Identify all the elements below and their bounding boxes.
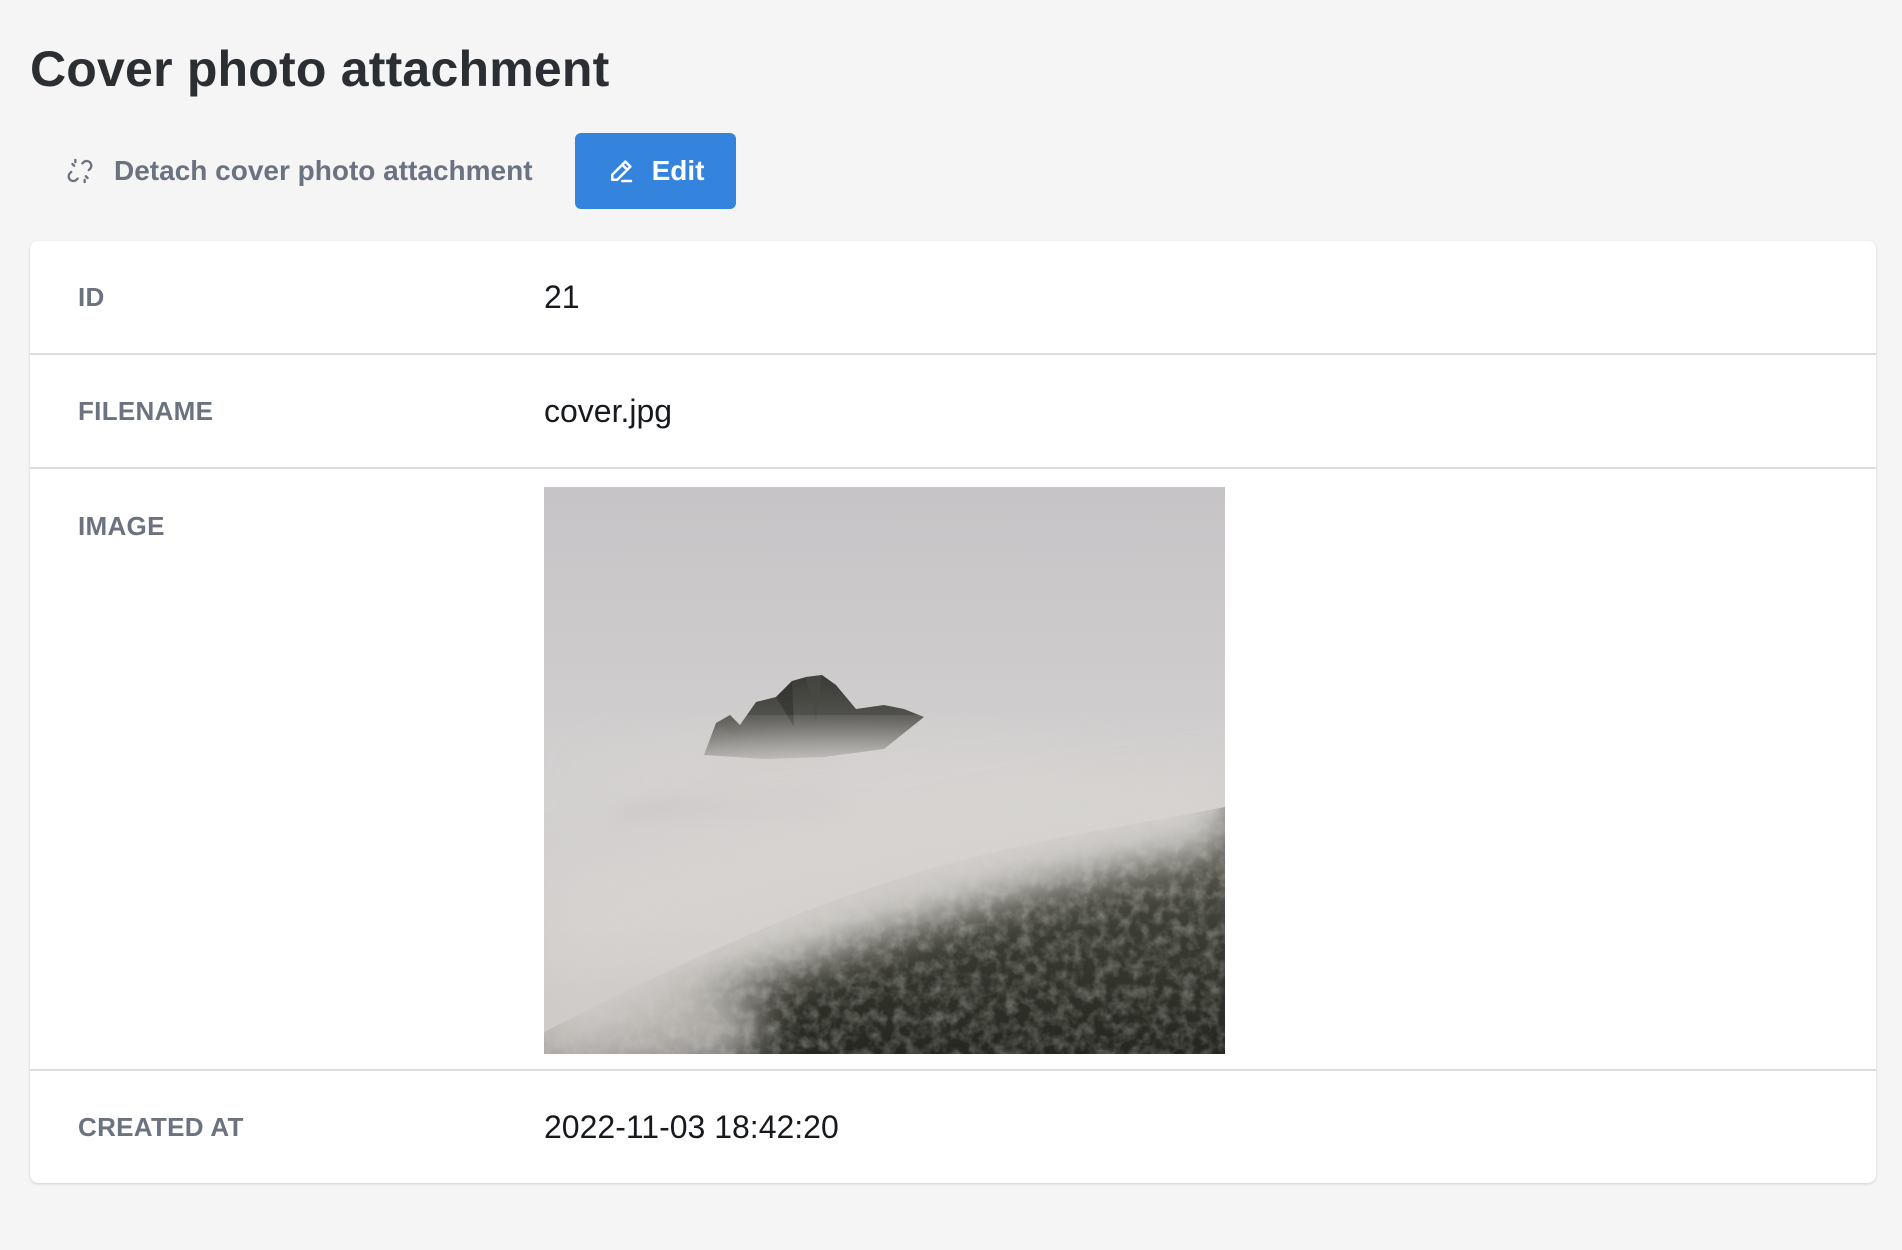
pencil-icon xyxy=(606,156,636,186)
detail-card: ID 21 FILENAME cover.jpg IMAGE CREATED A… xyxy=(30,241,1876,1183)
detail-row-image: IMAGE xyxy=(30,469,1876,1071)
field-label-created-at: CREATED AT xyxy=(78,1111,244,1142)
detail-row-filename: FILENAME cover.jpg xyxy=(30,355,1876,469)
field-value-filename: cover.jpg xyxy=(544,392,673,429)
detach-cover-photo-button[interactable]: Detach cover photo attachment xyxy=(30,133,555,209)
field-value-image xyxy=(544,469,1876,1069)
edit-button[interactable]: Edit xyxy=(574,133,736,209)
detail-row-created-at: CREATED AT 2022-11-03 18:42:20 xyxy=(30,1071,1876,1183)
field-value-id: 21 xyxy=(544,278,580,315)
page-title: Cover photo attachment xyxy=(30,41,610,97)
page: Cover photo attachment Detach cover phot… xyxy=(30,0,1876,1183)
toolbar: Detach cover photo attachment Edit xyxy=(30,133,736,209)
field-label-image: IMAGE xyxy=(78,511,165,541)
edit-button-label: Edit xyxy=(651,155,705,186)
field-label-id: ID xyxy=(78,281,105,312)
detach-cover-photo-label: Detach cover photo attachment xyxy=(114,155,533,186)
detail-row-id: ID 21 xyxy=(30,241,1876,355)
unlink-icon xyxy=(66,157,94,185)
field-label-filename: FILENAME xyxy=(78,395,214,426)
field-value-created-at: 2022-11-03 18:42:20 xyxy=(544,1108,839,1145)
cover-photo-image xyxy=(544,487,1225,1054)
